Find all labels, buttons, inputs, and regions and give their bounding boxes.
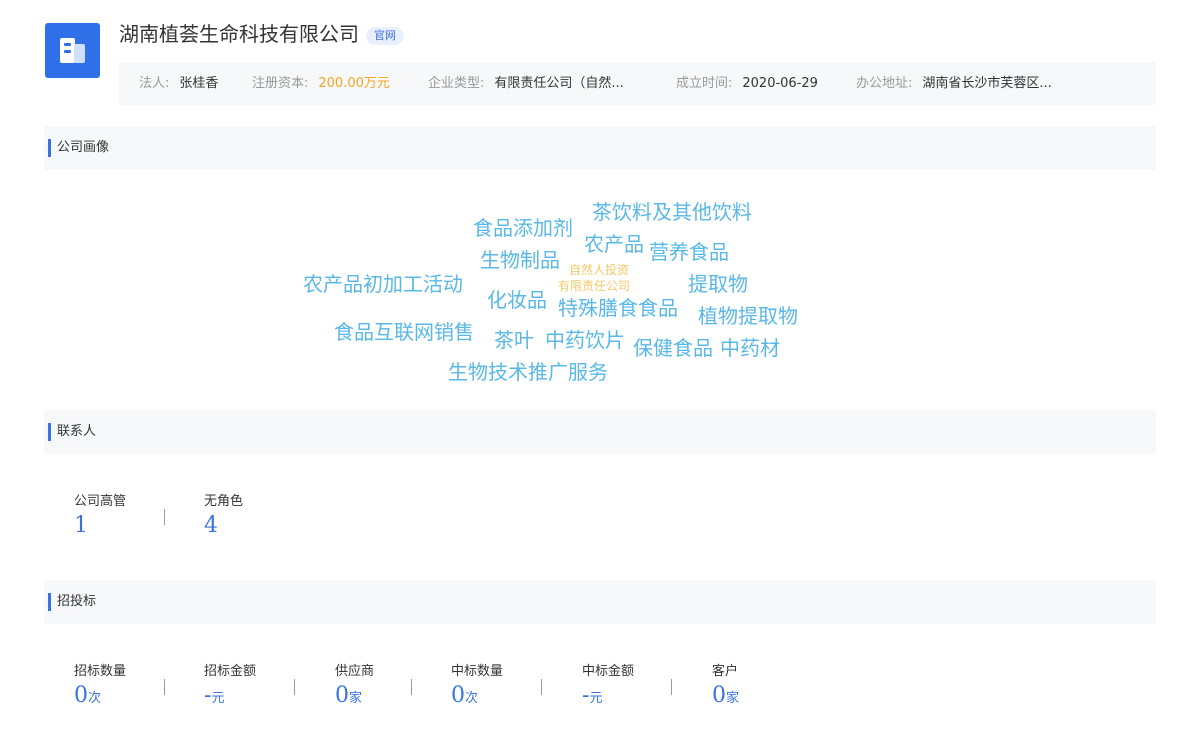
section-contacts: 联系人 xyxy=(44,410,1156,454)
stat-unit: 次 xyxy=(465,691,479,706)
company-info-bar: 法人: 张桂香 注册资本: 200.00万元 企业类型: 有限责任公司（自然... 成… xyxy=(119,62,1156,105)
info-label: 成立时间: xyxy=(676,76,733,91)
word-cloud-tag[interactable]: 农产品 xyxy=(584,234,644,254)
section-bidding: 招投标 xyxy=(44,580,1156,624)
section-accent-bar xyxy=(48,593,51,611)
word-cloud-tag[interactable]: 营养食品 xyxy=(649,242,729,262)
word-cloud-tag[interactable]: 茶叶 xyxy=(494,330,534,350)
stat-tender-count[interactable]: 招标数量 0次 xyxy=(74,664,126,708)
section-title: 公司画像 xyxy=(57,140,110,155)
stat-unit: 元 xyxy=(589,691,603,706)
stat-divider xyxy=(671,679,672,695)
stat-divider xyxy=(164,509,165,525)
word-cloud-tag[interactable]: 保健食品 xyxy=(633,338,713,358)
info-label: 注册资本: xyxy=(252,76,309,91)
word-cloud-tag[interactable]: 植物提取物 xyxy=(698,306,798,326)
word-cloud-tag[interactable]: 特殊膳食食品 xyxy=(558,298,678,318)
stat-label: 中标金额 xyxy=(582,664,635,679)
stat-winning-count[interactable]: 中标数量 0次 xyxy=(451,664,503,708)
word-cloud-tag[interactable]: 提取物 xyxy=(688,274,748,294)
stat-label: 客户 xyxy=(712,664,739,679)
stat-unit: 家 xyxy=(349,691,363,706)
stat-label: 公司高管 xyxy=(74,494,127,509)
stat-customers[interactable]: 客户 0家 xyxy=(712,664,739,708)
section-accent-bar xyxy=(48,423,51,441)
word-cloud-tag[interactable]: 食品互联网销售 xyxy=(334,322,474,342)
stat-unit: 家 xyxy=(726,691,740,706)
stat-value: 0家 xyxy=(335,683,374,708)
stat-value: 1 xyxy=(74,513,126,538)
official-site-link[interactable]: 官网 xyxy=(366,27,404,45)
section-title: 招投标 xyxy=(57,594,97,609)
info-established-date: 成立时间: 2020-06-29 xyxy=(676,62,818,105)
word-cloud-tag[interactable]: 农产品初加工活动 xyxy=(303,274,463,294)
building-window xyxy=(64,43,71,46)
stat-label: 供应商 xyxy=(335,664,375,679)
stat-number[interactable]: 0 xyxy=(451,683,465,708)
word-cloud-tag[interactable]: 有限责任公司 xyxy=(558,280,630,292)
stat-unit: 次 xyxy=(88,691,102,706)
stat-value: 0家 xyxy=(712,683,739,708)
stat-value: 0次 xyxy=(451,683,503,708)
stat-divider xyxy=(411,679,412,695)
stat-number[interactable]: 0 xyxy=(335,683,349,708)
stat-label: 中标数量 xyxy=(451,664,504,679)
company-logo xyxy=(45,23,100,78)
info-legal-person: 法人: 张桂香 xyxy=(139,62,218,105)
info-value: 2020-06-29 xyxy=(742,76,818,91)
stat-executives[interactable]: 公司高管 1 xyxy=(74,494,126,538)
building-icon-annex xyxy=(74,44,85,63)
info-company-type: 企业类型: 有限责任公司（自然... xyxy=(428,62,624,105)
stat-value: 0次 xyxy=(74,683,126,708)
info-value: 200.00万元 xyxy=(318,76,390,91)
company-name: 湖南植荟生命科技有限公司 xyxy=(119,22,359,46)
info-label: 企业类型: xyxy=(428,76,485,91)
stat-label: 招标金额 xyxy=(204,664,257,679)
info-value[interactable]: 有限责任公司（自然... xyxy=(494,76,623,91)
section-company-portrait: 公司画像 xyxy=(44,126,1156,170)
word-cloud-tag[interactable]: 中药材 xyxy=(720,338,780,358)
stat-number[interactable]: 0 xyxy=(712,683,726,708)
stat-number[interactable]: 0 xyxy=(74,683,88,708)
info-office-address: 办公地址: 湖南省长沙市芙蓉区... xyxy=(856,62,1052,105)
info-value[interactable]: 湖南省长沙市芙蓉区... xyxy=(922,76,1051,91)
stat-number[interactable]: 1 xyxy=(74,513,88,538)
info-label: 办公地址: xyxy=(856,76,913,91)
info-label: 法人: xyxy=(139,76,170,91)
stat-divider xyxy=(294,679,295,695)
stat-divider xyxy=(541,679,542,695)
info-value: 张桂香 xyxy=(179,76,219,91)
word-cloud-tag[interactable]: 食品添加剂 xyxy=(473,218,573,238)
stat-label: 无角色 xyxy=(204,494,244,509)
word-cloud-tag[interactable]: 中药饮片 xyxy=(545,330,625,350)
building-window xyxy=(64,50,71,53)
stat-value: 4 xyxy=(204,513,243,538)
section-accent-bar xyxy=(48,139,51,157)
info-registered-capital: 注册资本: 200.00万元 xyxy=(252,62,390,105)
stat-winning-amount[interactable]: 中标金额 -元 xyxy=(582,664,634,708)
stat-label: 招标数量 xyxy=(74,664,127,679)
word-cloud-tag[interactable]: 自然人投资 xyxy=(569,264,629,276)
word-cloud-tag[interactable]: 生物制品 xyxy=(480,250,560,270)
stat-divider xyxy=(164,679,165,695)
word-cloud-tag[interactable]: 生物技术推广服务 xyxy=(448,362,608,382)
word-cloud-tag[interactable]: 化妆品 xyxy=(487,290,547,310)
stat-tender-amount[interactable]: 招标金额 -元 xyxy=(204,664,256,708)
stat-value: -元 xyxy=(204,683,256,708)
stat-suppliers[interactable]: 供应商 0家 xyxy=(335,664,374,708)
stat-unit: 元 xyxy=(211,691,225,706)
stat-value: -元 xyxy=(582,683,634,708)
word-cloud-tag[interactable]: 茶饮料及其他饮料 xyxy=(592,202,752,222)
section-title: 联系人 xyxy=(57,424,97,439)
stat-no-role[interactable]: 无角色 4 xyxy=(204,494,243,538)
stat-number[interactable]: 4 xyxy=(204,513,218,538)
